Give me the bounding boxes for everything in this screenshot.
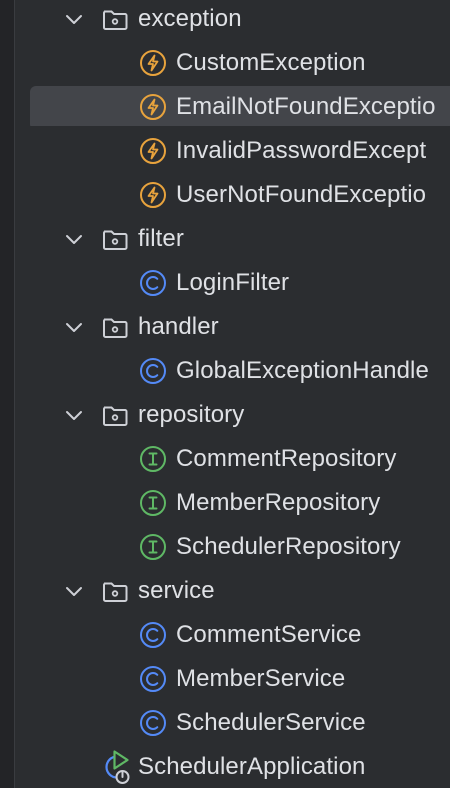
tree-item-label: SchedulerRepository [176, 533, 401, 560]
tree-item-CustomException[interactable]: CustomException [0, 42, 450, 82]
tree-item-label: LoginFilter [176, 269, 290, 296]
tree-item-MemberService[interactable]: MemberService [0, 658, 450, 698]
interface-icon [139, 489, 167, 517]
tree-item-CommentRepository[interactable]: CommentRepository [0, 438, 450, 478]
class-icon [139, 665, 167, 693]
interface-icon [139, 533, 167, 561]
tree-item-label: exception [138, 5, 242, 32]
tree-item-LoginFilter[interactable]: LoginFilter [0, 262, 450, 302]
class-icon [139, 357, 167, 385]
tree-item-label: handler [138, 313, 219, 340]
tree-item-label: MemberService [176, 665, 346, 692]
class-icon [139, 621, 167, 649]
tree-item-SchedulerService[interactable]: SchedulerService [0, 702, 450, 742]
tree-folder-handler[interactable]: handler [0, 306, 450, 346]
tree-item-UserNotFoundExceptio[interactable]: UserNotFoundExceptio [0, 174, 450, 214]
tree-folder-filter[interactable]: filter [0, 218, 450, 258]
tree-item-label: CustomException [176, 49, 366, 76]
tree-item-label: SchedulerApplication [138, 753, 366, 780]
folder-icon [101, 5, 129, 33]
tree-folder-service[interactable]: service [0, 570, 450, 610]
exception-class-icon [139, 137, 167, 165]
exception-class-icon [139, 49, 167, 77]
spring-boot-app-icon [100, 749, 136, 785]
tree-item-MemberRepository[interactable]: MemberRepository [0, 482, 450, 522]
project-tree[interactable]: exception CustomException EmailNotFoundExc… [0, 0, 450, 788]
tree-item-label: EmailNotFoundExceptio [176, 93, 436, 120]
tree-item-SchedulerRepository[interactable]: SchedulerRepository [0, 526, 450, 566]
tree-item-label: InvalidPasswordExcept [176, 137, 427, 164]
chevron-down-icon[interactable] [63, 316, 85, 338]
class-icon [139, 269, 167, 297]
tree-item-label: repository [138, 401, 245, 428]
chevron-down-icon[interactable] [63, 8, 85, 30]
chevron-down-icon[interactable] [63, 580, 85, 602]
tree-item-EmailNotFoundExceptio[interactable]: EmailNotFoundExceptio [0, 86, 450, 126]
tree-item-SchedulerApplication[interactable]: SchedulerApplication [0, 746, 450, 786]
folder-icon [101, 313, 129, 341]
tree-item-CommentService[interactable]: CommentService [0, 614, 450, 654]
tree-item-label: filter [138, 225, 184, 252]
class-icon [139, 709, 167, 737]
tree-item-label: SchedulerService [176, 709, 366, 736]
tree-folder-repository[interactable]: repository [0, 394, 450, 434]
interface-icon [139, 445, 167, 473]
tree-item-label: MemberRepository [176, 489, 381, 516]
tree-item-label: CommentRepository [176, 445, 397, 472]
tree-folder-exception[interactable]: exception [0, 0, 450, 38]
exception-class-icon [139, 181, 167, 209]
tree-item-label: UserNotFoundExceptio [176, 181, 427, 208]
folder-icon [101, 401, 129, 429]
folder-icon [101, 225, 129, 253]
tree-item-label: GlobalExceptionHandle [176, 357, 429, 384]
exception-class-icon [139, 93, 167, 121]
folder-icon [101, 577, 129, 605]
tree-item-InvalidPasswordExcept[interactable]: InvalidPasswordExcept [0, 130, 450, 170]
chevron-down-icon[interactable] [63, 228, 85, 250]
tree-item-label: service [138, 577, 215, 604]
tree-item-label: CommentService [176, 621, 362, 648]
chevron-down-icon[interactable] [63, 404, 85, 426]
tree-item-GlobalExceptionHandle[interactable]: GlobalExceptionHandle [0, 350, 450, 390]
